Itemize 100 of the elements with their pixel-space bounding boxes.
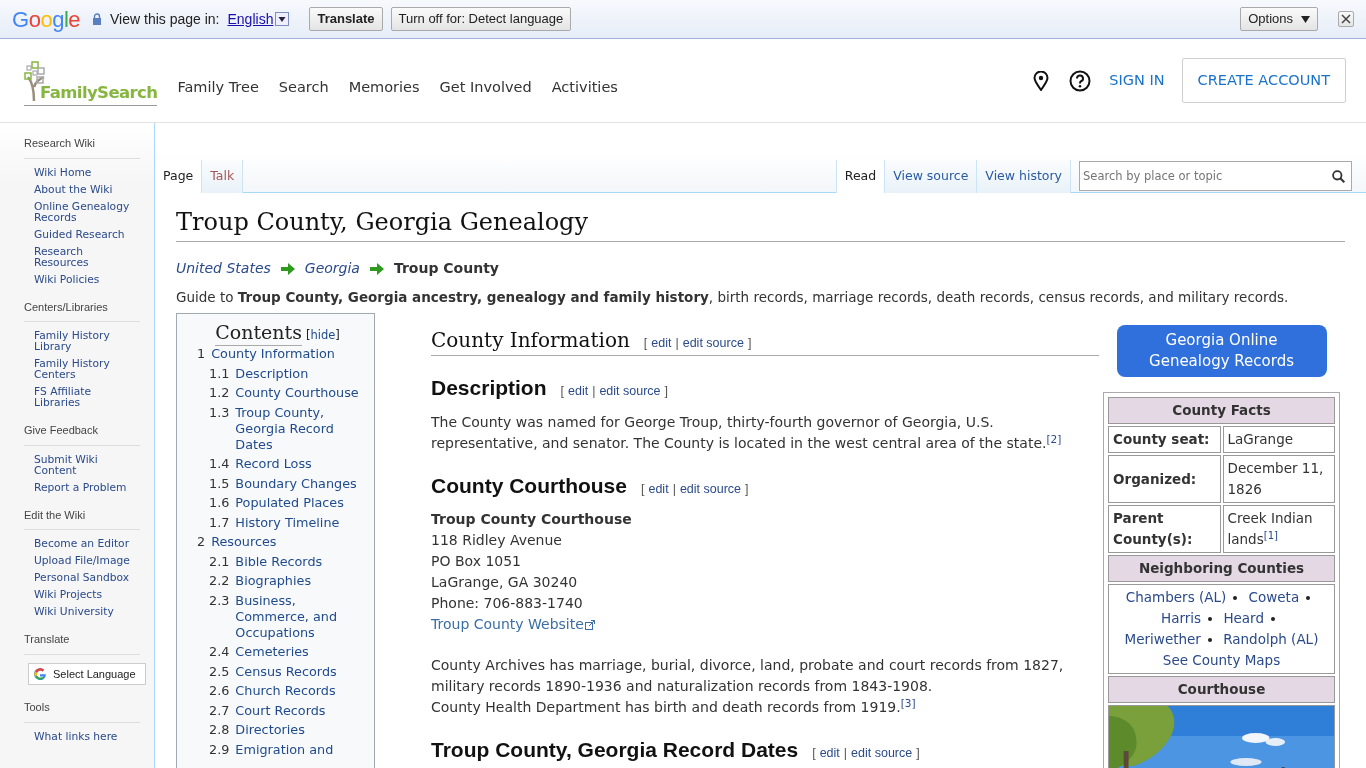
table-header: County Facts <box>1108 397 1335 425</box>
google-logo: Google <box>12 5 80 34</box>
sidebar-link[interactable]: Become an Editor <box>24 538 154 549</box>
sidebar-link[interactable]: Research Resources <box>24 245 154 268</box>
sidebar-link[interactable]: Upload File/Image <box>24 555 154 566</box>
toc-link[interactable]: County Courthouse <box>235 385 359 402</box>
edit-link[interactable]: edit <box>651 334 672 353</box>
toc-link[interactable]: Description <box>235 365 309 382</box>
sign-in-link[interactable]: SIGN IN <box>1109 69 1165 92</box>
nav-link[interactable]: Get Involved <box>439 76 532 99</box>
view-tab[interactable]: Read <box>835 160 886 193</box>
sidebar-link[interactable]: Family History Library <box>24 330 154 352</box>
view-tab[interactable]: View source <box>885 160 978 193</box>
edit-link[interactable]: edit <box>819 744 840 763</box>
toc-link[interactable]: Bible Records <box>235 553 323 570</box>
toc-link[interactable]: Record Loss <box>235 456 312 473</box>
sidebar-link[interactable]: Wiki Home <box>24 166 154 178</box>
paragraph: County Health Department has birth and death records from 1919.$^{[3]}$ <box>431 697 917 718</box>
toc-link[interactable]: Populated Places <box>235 495 344 512</box>
toc-number: 2.7 <box>209 702 231 719</box>
maps-link[interactable]: See County Maps <box>1162 652 1281 669</box>
sidebar-heading: Edit the Wiki <box>24 506 140 530</box>
bracket: ] <box>745 480 749 498</box>
create-account-button[interactable]: CREATE ACCOUNT <box>1181 57 1346 104</box>
sidebar-link[interactable]: Personal Sandbox <box>24 572 154 583</box>
hide-link[interactable]: [hide] <box>305 327 340 345</box>
toc-link[interactable]: Resources <box>211 534 277 551</box>
options-button[interactable]: Options <box>1240 7 1318 31</box>
toc-number: 2.6 <box>209 683 231 700</box>
bracket: ] <box>916 745 920 763</box>
sidebar-link[interactable]: Report a Problem <box>24 481 154 493</box>
edit-link[interactable]: edit source <box>679 479 742 499</box>
county-link[interactable]: Chambers (AL) <box>1125 589 1227 606</box>
nav-link[interactable]: Search <box>278 76 329 99</box>
language-link[interactable]: English <box>227 8 274 30</box>
edit-link[interactable]: edit source <box>851 744 913 763</box>
county-link[interactable]: Harris <box>1161 610 1202 627</box>
breadcrumb-link[interactable]: Georgia <box>304 258 360 279</box>
sidebar-link[interactable]: Wiki Policies <box>24 273 154 285</box>
table-header: Neighboring Counties <box>1108 555 1335 583</box>
edit-link[interactable]: edit <box>568 382 589 401</box>
paragraph: The County was named for George Troup, thirty-fourth governor of Georgia, U.S. representative, and senator. The County is located in the west central area of the state.$^{[2]}$ <box>431 412 1063 453</box>
address-line: LaGrange, GA 30240 <box>431 573 579 593</box>
website-link[interactable]: Troup County Website <box>431 614 595 636</box>
toc-link[interactable]: Cemeteries <box>235 644 309 661</box>
toc-link[interactable]: Troup County, Georgia Record Dates <box>235 404 368 453</box>
sidebar-link[interactable]: About the Wiki <box>24 183 154 195</box>
county-link[interactable]: Coweta <box>1248 589 1300 606</box>
toc-number: 1.7 <box>209 514 231 531</box>
close-button[interactable] <box>1338 11 1354 27</box>
sidebar-link[interactable]: Online Genealogy Records <box>24 200 154 223</box>
toc-number: 1.2 <box>209 385 231 402</box>
search-field[interactable]: Search by place or topic <box>1079 161 1352 191</box>
toc-link[interactable]: County Information <box>211 346 335 363</box>
bullet-icon <box>1208 617 1213 622</box>
bracket: [ <box>641 480 645 498</box>
fact-label: County seat: <box>1108 426 1221 454</box>
toc-link[interactable]: Census Records <box>235 663 337 680</box>
breadcrumb-current: Troup County <box>393 259 499 278</box>
nav-link[interactable]: Activities <box>551 76 618 99</box>
edit-link[interactable]: edit source <box>682 334 744 353</box>
prompt-label: View this page in: <box>110 9 220 29</box>
bullet-icon <box>1271 617 1275 622</box>
sidebar-link[interactable]: Wiki Projects <box>24 589 154 600</box>
county-link[interactable]: Meriwether <box>1124 631 1201 648</box>
records-button[interactable]: Georgia Online Genealogy Records <box>1116 325 1327 378</box>
sidebar-link[interactable]: Submit Wiki Content <box>24 453 154 476</box>
toc-link[interactable]: Court Records <box>235 702 326 719</box>
toc-link[interactable]: Church Records <box>235 683 336 700</box>
nav-link[interactable]: Memories <box>348 76 420 99</box>
sidebar-link[interactable]: Family History Centers <box>24 358 154 380</box>
page-tab[interactable]: Talk <box>202 160 244 193</box>
toc-link[interactable]: Boundary Changes <box>235 475 357 492</box>
sidebar-link[interactable]: Guided Research <box>24 228 154 240</box>
sidebar-link[interactable]: What links here <box>24 730 154 742</box>
address-line: PO Box 1051 <box>431 552 522 572</box>
toc-link[interactable]: History Timeline <box>235 514 340 531</box>
nav-link[interactable]: Family Tree <box>177 76 259 99</box>
county-link[interactable]: Randolph (AL) <box>1223 631 1319 648</box>
toc-link[interactable]: Biographies <box>235 573 312 590</box>
view-tab[interactable]: View history <box>977 160 1071 193</box>
separator: | <box>592 383 596 401</box>
turn-off-button[interactable]: Turn off for: Detect language <box>390 7 572 31</box>
toc-link[interactable]: Directories <box>235 722 305 739</box>
edit-link[interactable]: edit <box>648 479 669 499</box>
sidebar-heading: Research Wiki <box>24 135 140 159</box>
select-language-button[interactable]: Select Language <box>28 662 146 685</box>
toc-link[interactable]: Business, Commerce, and Occupations <box>235 592 368 641</box>
toc-number: 1 <box>197 346 207 363</box>
lock-icon <box>92 13 102 25</box>
county-link[interactable]: Heard <box>1223 610 1264 627</box>
sidebar-link[interactable]: Wiki University <box>24 606 154 617</box>
page-tab[interactable]: Page <box>155 160 203 193</box>
toc-link[interactable]: Emigration and <box>235 741 334 758</box>
translate-button[interactable]: Translate <box>309 7 383 31</box>
breadcrumb-link[interactable]: United States <box>176 258 271 279</box>
edit-link[interactable]: edit source <box>599 382 661 401</box>
sidebar-link[interactable]: FS Affiliate Libraries <box>24 386 154 408</box>
fact-value: Creek Indian lands$^{[1]}$ <box>1222 505 1335 554</box>
arrow-icon <box>280 262 295 275</box>
